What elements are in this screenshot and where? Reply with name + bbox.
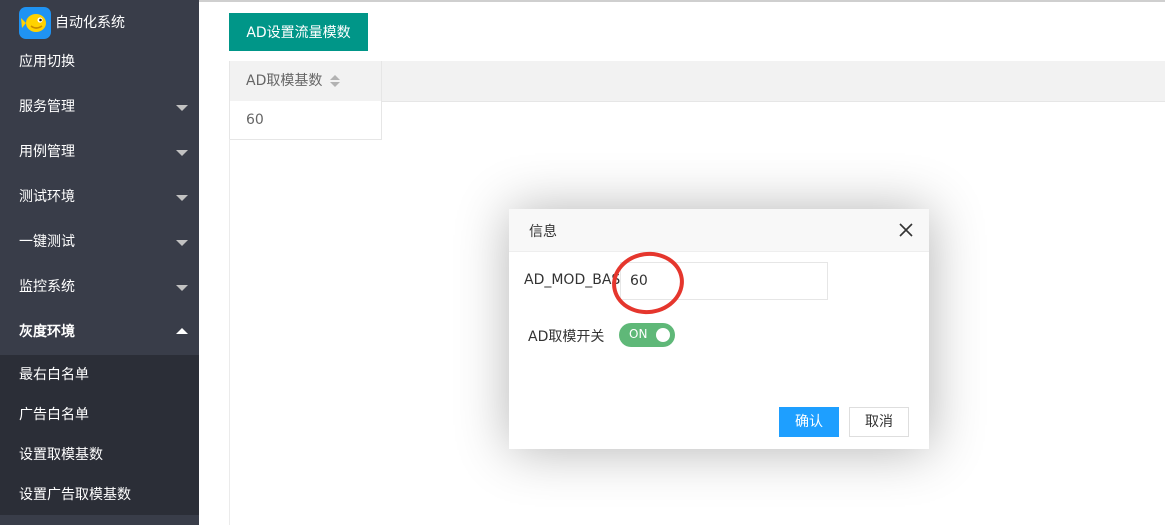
cancel-button[interactable]: 取消 bbox=[849, 407, 909, 437]
column-header-label: AD取模基数 bbox=[246, 73, 323, 89]
ad-mod-base-input[interactable] bbox=[620, 262, 828, 300]
switch-knob bbox=[656, 328, 670, 342]
chevron-down-icon bbox=[176, 285, 188, 291]
table-cell: 60 bbox=[246, 112, 264, 128]
switch-state-label: ON bbox=[629, 327, 648, 341]
sidebar-item-label: 测试环境 bbox=[19, 189, 75, 205]
info-dialog: 信息 AD_MOD_BASE AD取模开关 ON 确认 取消 bbox=[509, 209, 929, 449]
sidebar-item-label: 监控系统 bbox=[19, 279, 75, 295]
sidebar-subitem-ad-whitelist[interactable]: 广告白名单 bbox=[0, 395, 199, 435]
dialog-header: 信息 bbox=[509, 209, 929, 252]
sidebar-item-service-management[interactable]: 服务管理 bbox=[0, 85, 199, 130]
sidebar-item-gray-env[interactable]: 灰度环境 bbox=[0, 310, 199, 355]
sidebar-subitem-set-mod-base[interactable]: 设置取模基数 bbox=[0, 435, 199, 475]
sidebar-subitem-zuiyou-whitelist[interactable]: 最右白名单 bbox=[0, 355, 199, 395]
chevron-up-icon bbox=[176, 328, 188, 334]
table-header: AD取模基数 bbox=[229, 61, 1165, 102]
sidebar-footer bbox=[0, 515, 199, 525]
fish-logo-icon bbox=[19, 7, 51, 39]
ad-mod-toggle-switch[interactable]: ON bbox=[619, 323, 675, 347]
sort-icon[interactable] bbox=[330, 75, 340, 87]
sidebar: 自动化系统 应用切换 服务管理 用例管理 测试环境 一键测试 监控系统 灰度环境… bbox=[0, 0, 199, 525]
sidebar-item-label: 服务管理 bbox=[19, 99, 75, 115]
ad-mod-switch-label: AD取模开关 bbox=[528, 329, 605, 345]
sidebar-item-app-switch[interactable]: 应用切换 bbox=[0, 40, 199, 85]
sidebar-item-label: 一键测试 bbox=[19, 234, 75, 250]
sidebar-item-test-env[interactable]: 测试环境 bbox=[0, 175, 199, 220]
app-title: 自动化系统 bbox=[55, 15, 125, 31]
sidebar-subitem-label: 设置广告取模基数 bbox=[19, 487, 131, 503]
sidebar-subitem-label: 设置取模基数 bbox=[19, 447, 103, 463]
sidebar-item-label: 应用切换 bbox=[19, 54, 75, 70]
sidebar-item-label: 灰度环境 bbox=[19, 324, 75, 340]
chevron-down-icon bbox=[176, 195, 188, 201]
sidebar-subitem-label: 最右白名单 bbox=[19, 367, 89, 383]
chevron-down-icon bbox=[176, 105, 188, 111]
top-divider bbox=[199, 0, 1165, 2]
ad-mod-base-label: AD_MOD_BASE bbox=[524, 272, 620, 288]
dialog-title: 信息 bbox=[529, 224, 557, 240]
close-icon[interactable] bbox=[899, 223, 913, 237]
column-header-ad-mod-base[interactable]: AD取模基数 bbox=[229, 61, 382, 101]
chevron-down-icon bbox=[176, 150, 188, 156]
table-row: 60 bbox=[229, 101, 382, 140]
confirm-button[interactable]: 确认 bbox=[779, 407, 839, 437]
sidebar-item-label: 用例管理 bbox=[19, 144, 75, 160]
ad-set-traffic-mod-button[interactable]: AD设置流量模数 bbox=[229, 13, 368, 51]
sidebar-item-case-management[interactable]: 用例管理 bbox=[0, 130, 199, 175]
sidebar-item-monitoring[interactable]: 监控系统 bbox=[0, 265, 199, 310]
sidebar-item-one-click-test[interactable]: 一键测试 bbox=[0, 220, 199, 265]
sidebar-subitem-label: 广告白名单 bbox=[19, 407, 89, 423]
sidebar-submenu: 最右白名单 广告白名单 设置取模基数 设置广告取模基数 bbox=[0, 355, 199, 515]
content-border bbox=[229, 139, 230, 525]
chevron-down-icon bbox=[176, 240, 188, 246]
brand[interactable]: 自动化系统 bbox=[0, 0, 199, 42]
sidebar-subitem-set-ad-mod-base[interactable]: 设置广告取模基数 bbox=[0, 475, 199, 515]
